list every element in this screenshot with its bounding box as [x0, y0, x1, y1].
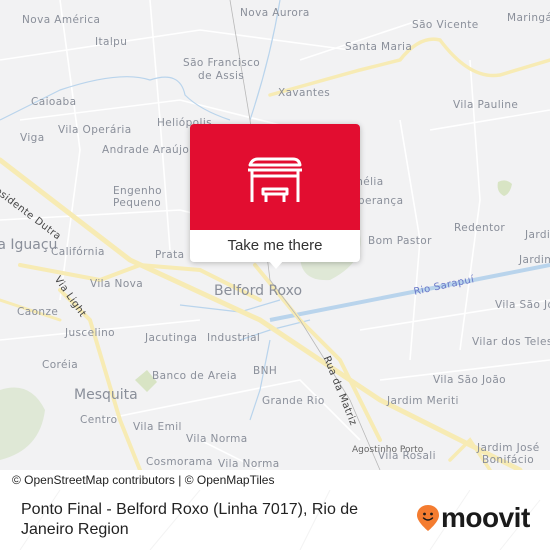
map-label: Nova Iguaçu — [0, 237, 58, 253]
map-label: Andrade Araújo — [102, 144, 190, 156]
map-label: Vila Norma — [186, 433, 248, 445]
map-label: Maringá — [507, 12, 550, 24]
map-label: Jacutinga — [145, 332, 198, 344]
map-label: Pequeno — [113, 197, 162, 209]
map-label: Nova América — [22, 14, 101, 26]
map-label: Bonifácio — [482, 454, 535, 466]
map-label: Industrial — [207, 332, 261, 344]
map-label: Jardim — [519, 254, 550, 266]
bus-stop-icon — [248, 157, 302, 202]
map-label: São Francisco — [183, 57, 261, 69]
map-label: Juscelino — [65, 327, 115, 339]
stop-popup: Take me there — [190, 124, 360, 269]
map-label: Cosmorama — [146, 456, 213, 468]
map-label: Engenho — [113, 185, 162, 197]
map-label: Belford Roxo — [214, 283, 303, 299]
map-label: Vila Norma — [218, 458, 280, 470]
map-label: Xavantes — [278, 87, 331, 99]
map-label: Bom Pastor — [368, 235, 432, 247]
map-attribution: © OpenStreetMap contributors | © OpenMap… — [8, 472, 279, 488]
map-label: Santa Maria — [345, 41, 413, 53]
map-label: Caioaba — [31, 96, 77, 108]
map-label: Vila Pauline — [453, 99, 519, 111]
map-label: Italpu — [95, 36, 128, 48]
map-label: Vila Rosali — [378, 450, 436, 462]
park-area — [0, 387, 45, 460]
map-label: Vila Nova — [90, 278, 144, 290]
map-label: Jardim Meriti — [387, 395, 459, 407]
map-label: Coréia — [42, 359, 79, 371]
map-label: de Assis — [198, 70, 245, 82]
popup-pointer — [268, 260, 284, 269]
map-label: Vila Emil — [133, 421, 182, 433]
stop-title: Ponto Final - Belford Roxo (Linha 7017),… — [21, 501, 359, 538]
take-me-there-button[interactable]: Take me there — [190, 230, 360, 262]
map-label: Viga — [20, 132, 45, 144]
popup-header — [190, 124, 360, 230]
map-label: Jardim José — [477, 442, 540, 454]
map[interactable]: Nova América Italpu Nova Aurora São Vice… — [0, 0, 550, 470]
map-label: Nova Aurora — [240, 7, 310, 19]
map-label: BNH — [253, 365, 278, 377]
map-label: Banco de Areia — [152, 370, 237, 382]
map-label: Centro — [80, 414, 118, 426]
map-label: Jardim — [525, 229, 550, 241]
map-label: Califórnia — [51, 246, 105, 258]
map-label: Grande Rio — [262, 395, 325, 407]
map-label: Mesquita — [74, 387, 138, 403]
moovit-wordmark: moovit — [441, 502, 530, 533]
map-label: Redentor — [454, 222, 506, 234]
moovit-pin-icon — [417, 505, 439, 531]
map-label: Caonze — [17, 306, 59, 318]
map-label: Prata — [155, 249, 185, 261]
moovit-logo[interactable]: moovit — [417, 502, 530, 533]
map-label: Vila Operária — [58, 124, 132, 136]
map-label: Vila São João — [495, 299, 550, 311]
park-area — [497, 180, 512, 196]
map-label: Vila São João — [433, 374, 506, 386]
map-label: Vilar dos Teles — [472, 336, 550, 348]
map-label: São Vicente — [412, 19, 479, 31]
